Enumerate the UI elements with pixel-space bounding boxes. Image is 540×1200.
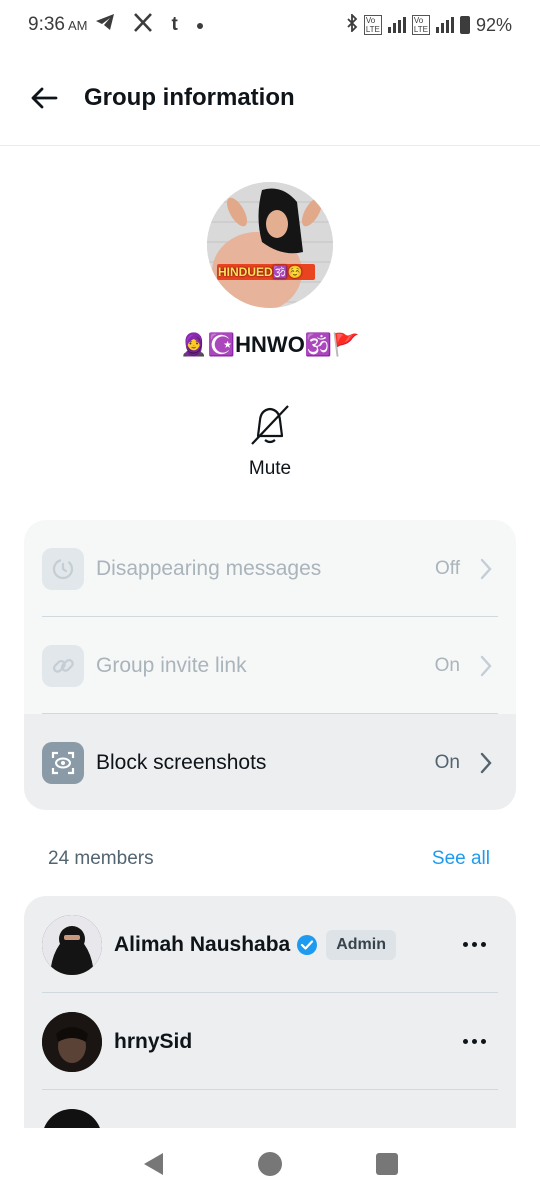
nav-recents-button[interactable] (375, 1152, 399, 1176)
status-bar: 9:36 AM t Vo LTE Vo LTE 92% (0, 0, 540, 50)
verified-icon (296, 934, 318, 956)
volte-icon-2: Vo LTE (411, 15, 430, 35)
avatar[interactable] (42, 1011, 102, 1072)
members-count: 24 members (48, 848, 154, 869)
see-all-link[interactable]: See all (432, 848, 490, 870)
screenshot-block-icon (42, 741, 84, 784)
admin-badge: Admin (326, 929, 396, 960)
chevron-right-icon (480, 655, 492, 677)
chevron-right-icon (480, 558, 492, 580)
setting-group-invite-link[interactable]: Group invite link On (24, 617, 516, 714)
volte-icon: Vo LTE (363, 15, 382, 35)
mute-label: Mute (248, 458, 292, 479)
lte-signal-icon (387, 17, 406, 33)
more-options-button[interactable] (463, 1039, 486, 1044)
header: Group information (0, 50, 540, 146)
battery-icon (459, 16, 470, 34)
group-avatar[interactable] (207, 182, 333, 308)
settings-card: Disappearing messages Off Group invite l… (24, 520, 516, 810)
setting-label: Block screenshots (96, 750, 267, 774)
member-row[interactable]: hrnySid (24, 993, 516, 1090)
system-icons: Vo LTE Vo LTE 92% (346, 12, 512, 37)
battery-percent: 92% (475, 14, 512, 35)
nav-home-button[interactable] (257, 1151, 283, 1177)
dot-icon (196, 14, 204, 36)
setting-value: On (434, 751, 460, 773)
nav-back-button[interactable] (141, 1151, 165, 1177)
setting-label: Group invite link (96, 653, 247, 677)
setting-disappearing-messages[interactable]: Disappearing messages Off (24, 520, 516, 617)
bell-off-icon (251, 405, 289, 445)
status-ampm: AM (67, 17, 88, 33)
member-name: Alimah Naushaba (114, 932, 291, 956)
link-icon (42, 644, 84, 687)
x-icon (133, 12, 153, 38)
tumblr-icon: t (171, 14, 178, 35)
setting-block-screenshots[interactable]: Block screenshots On (24, 714, 516, 810)
bluetooth-icon (346, 12, 358, 37)
page-title: Group information (84, 83, 295, 111)
more-options-button[interactable] (463, 942, 486, 947)
timer-icon (42, 547, 84, 590)
signal-icon (435, 17, 454, 33)
back-button[interactable] (28, 82, 60, 114)
avatar-caption: HINDUED🕉️☺️ (218, 265, 303, 279)
navigation-bar (0, 1128, 540, 1200)
setting-value: Off (435, 557, 460, 579)
status-time: 9:36 (28, 14, 65, 35)
chevron-right-icon (480, 752, 492, 774)
member-row[interactable]: Alimah Naushaba Admin (24, 896, 516, 993)
mute-button[interactable]: Mute (220, 404, 320, 480)
notification-icons: t (95, 12, 204, 38)
arrow-left-icon (31, 87, 58, 108)
group-name: 🧕☪️HNWO🕉️🚩 (180, 332, 360, 357)
setting-label: Disappearing messages (96, 556, 322, 580)
avatar[interactable] (42, 914, 102, 975)
members-card: Alimah Naushaba Admin hrnySid (24, 896, 516, 1136)
member-name: hrnySid (114, 1029, 193, 1053)
setting-value: On (434, 654, 460, 676)
telegram-icon (95, 13, 115, 37)
